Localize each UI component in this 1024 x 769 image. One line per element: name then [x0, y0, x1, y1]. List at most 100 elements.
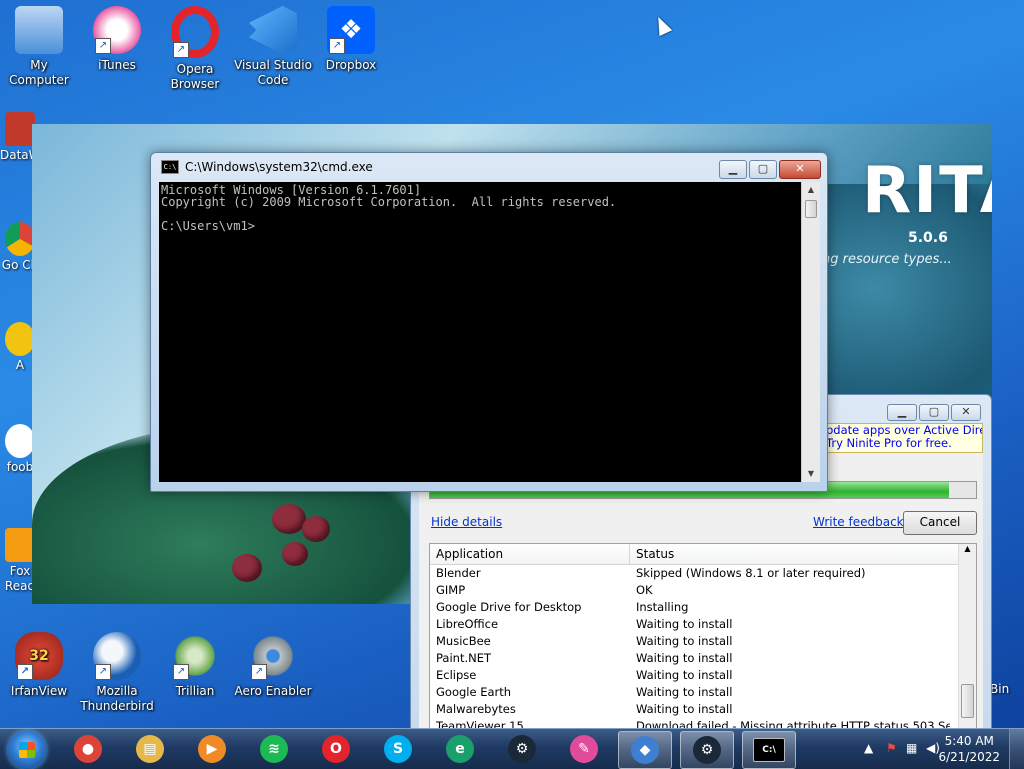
maximize-button[interactable]: ▢ — [919, 404, 949, 421]
table-row[interactable]: MusicBee Waiting to install — [430, 633, 976, 650]
close-button[interactable]: ✕ — [951, 404, 981, 421]
application-list[interactable]: Application Status Blender Skipped (Windo… — [429, 543, 977, 729]
taskbar-item-skype[interactable]: S — [372, 731, 424, 767]
action-center-icon[interactable]: ⚑ — [886, 741, 897, 755]
taskbar-item-edge[interactable]: e — [434, 731, 486, 767]
app-icon — [5, 112, 35, 146]
minimize-button[interactable]: ▁ — [719, 160, 747, 179]
desktop-icon-vscode[interactable]: Visual Studio Code — [234, 0, 312, 88]
taskbar-item-media-player[interactable]: ▶ — [186, 731, 238, 767]
table-row[interactable]: Blender Skipped (Windows 8.1 or later req… — [430, 565, 976, 582]
shortcut-arrow-icon: ↗ — [95, 38, 111, 54]
taskbar-item-krita[interactable]: ✎ — [558, 731, 610, 767]
scroll-down-arrow-icon[interactable]: ▼ — [802, 466, 820, 482]
cell-status: Installing — [636, 600, 689, 614]
desktop-icon-recycle-bin-partial[interactable]: Bin — [990, 682, 1009, 696]
gear-icon: ↗ — [249, 632, 297, 680]
thunderbird-icon: ↗ — [93, 632, 141, 680]
shortcut-arrow-icon: ↗ — [251, 664, 267, 680]
taskbar-item-cmd-window[interactable]: C:\ — [742, 731, 796, 769]
taskbar-item-steam-window[interactable]: ⚙ — [680, 731, 734, 769]
table-row[interactable]: Paint.NET Waiting to install — [430, 650, 976, 667]
cancel-button[interactable]: Cancel — [903, 511, 977, 535]
table-row[interactable]: LibreOffice Waiting to install — [430, 616, 976, 633]
computer-icon — [15, 6, 63, 54]
taskbar-item-chrome[interactable]: ● — [62, 731, 114, 767]
foobar-icon — [5, 424, 35, 458]
foxit-icon — [5, 528, 35, 562]
taskbar-item-ninite[interactable]: ◆ — [618, 731, 672, 769]
scrollbar-thumb[interactable] — [805, 200, 817, 218]
clock-time: 5:40 AM — [944, 734, 994, 748]
maximize-button[interactable]: ▢ — [749, 160, 777, 179]
taskbar-item-steam[interactable]: ⚙ — [496, 731, 548, 767]
network-icon[interactable]: ▦ — [906, 741, 917, 755]
taskbar-item-spotify[interactable]: ≋ — [248, 731, 300, 767]
cell-application: Google Drive for Desktop — [436, 600, 582, 614]
system-tray: ▲ ⚑ ▦ ◀) 5:40 AM 6/21/2022 — [834, 729, 1024, 769]
desktop-icon-label: IrfanView — [10, 684, 68, 698]
desktop-icon-label: Dropbox — [325, 58, 377, 72]
write-feedback-link[interactable]: Write feedback — [813, 515, 904, 529]
desktop-icon-irfanview[interactable]: 32 ↗ IrfanView — [0, 626, 78, 699]
desktop-icon-label: My Computer — [9, 58, 69, 87]
desktop-icon-thunderbird[interactable]: ↗ Mozilla Thunderbird — [78, 626, 156, 714]
list-scrollbar[interactable]: ▲ — [958, 544, 976, 728]
show-desktop-button[interactable] — [1009, 729, 1024, 769]
clock[interactable]: 5:40 AM 6/21/2022 — [938, 733, 1000, 765]
irfanview-badge: 32 — [29, 648, 49, 664]
window-controls: ▁ ▢ ✕ — [885, 404, 981, 421]
cell-status: Waiting to install — [636, 668, 733, 682]
table-row[interactable]: Malwarebytes Waiting to install — [430, 701, 976, 718]
console-output[interactable]: Microsoft Windows [Version 6.1.7601] Cop… — [159, 182, 801, 482]
scrollbar-thumb[interactable] — [961, 684, 974, 718]
trillian-icon: ↗ — [171, 632, 219, 680]
krita-loading-status: ng resource types... — [822, 252, 952, 267]
scroll-up-arrow-icon[interactable]: ▲ — [802, 182, 820, 198]
windows-logo-icon — [19, 742, 35, 758]
cell-status: OK — [636, 583, 653, 597]
list-header: Application Status — [430, 544, 976, 565]
desktop-icon-label: Visual Studio Code — [234, 58, 312, 87]
desktop-icon-trillian[interactable]: ↗ Trillian — [156, 626, 234, 699]
taskbar-item-explorer[interactable]: ▤ — [124, 731, 176, 767]
desktop-icon-label: Trillian — [175, 684, 215, 698]
steam-window-icon: ⚙ — [693, 736, 721, 764]
console-scrollbar[interactable]: ▲ ▼ — [801, 182, 820, 482]
table-row[interactable]: Eclipse Waiting to install — [430, 667, 976, 684]
table-row[interactable]: Google Drive for Desktop Installing — [430, 599, 976, 616]
itunes-icon: ↗ — [93, 6, 141, 54]
column-header-status[interactable]: Status — [630, 544, 674, 564]
desktop-icon-itunes[interactable]: ↗ iTunes — [78, 0, 156, 73]
table-row[interactable]: Google Earth Waiting to install — [430, 684, 976, 701]
ninite-icon: ◆ — [631, 736, 659, 764]
column-header-application[interactable]: Application — [430, 544, 630, 564]
chrome-icon — [5, 222, 35, 256]
close-button[interactable]: ✕ — [779, 160, 821, 179]
start-button[interactable] — [8, 731, 46, 769]
desktop-icon-dropbox[interactable]: ❖ ↗ Dropbox — [312, 0, 390, 73]
desktop-icon-aero-enabler[interactable]: ↗ Aero Enabler — [234, 626, 312, 699]
table-row[interactable]: GIMP OK — [430, 582, 976, 599]
cell-status: Waiting to install — [636, 685, 733, 699]
taskbar-item-opera[interactable]: O — [310, 731, 362, 767]
minimize-button[interactable]: ▁ — [887, 404, 917, 421]
cell-application: Paint.NET — [436, 651, 492, 665]
shortcut-arrow-icon: ↗ — [329, 38, 345, 54]
mouse-cursor-icon — [651, 13, 673, 37]
desktop-icon-label: Opera Browser — [170, 62, 220, 91]
desktop-icon-opera[interactable]: ↗ Opera Browser — [156, 0, 234, 92]
show-hidden-icons-icon[interactable]: ▲ — [864, 741, 873, 755]
cmd-window[interactable]: C:\ C:\Windows\system32\cmd.exe ▁ ▢ ✕ Mi… — [150, 152, 828, 492]
list-rows: Blender Skipped (Windows 8.1 or later req… — [430, 565, 976, 728]
cell-application: Google Earth — [436, 685, 512, 699]
cell-application: Blender — [436, 566, 481, 580]
clock-date: 6/21/2022 — [938, 750, 1000, 764]
explorer-icon: ▤ — [136, 735, 164, 763]
hide-details-link[interactable]: Hide details — [431, 515, 502, 529]
desktop-icon-my-computer[interactable]: My Computer — [0, 0, 78, 88]
steam-icon: ⚙ — [508, 735, 536, 763]
cell-status: Skipped (Windows 8.1 or later required) — [636, 566, 866, 580]
scroll-up-arrow-icon[interactable]: ▲ — [959, 544, 976, 558]
